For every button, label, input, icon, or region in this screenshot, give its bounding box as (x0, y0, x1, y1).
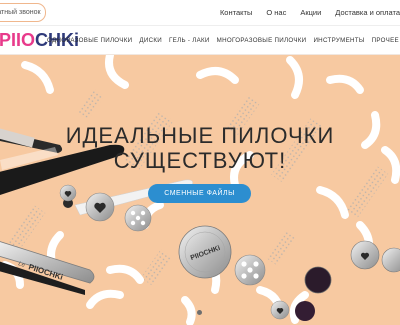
menu-item-gel-polish[interactable]: ГЕЛЬ - ЛАКИ (169, 37, 210, 44)
heart-disc-3 (270, 300, 290, 320)
hero-title-line1: ИДЕАЛЬНЫЕ ПИЛОЧКИ (65, 123, 335, 148)
link-about[interactable]: О нас (266, 8, 286, 17)
hero-title-line2: СУЩЕСТВУЮТ! (113, 148, 287, 173)
category-menu: ОДНОРАЗОВЫЕ ПИЛОЧКИ ДИСКИ ГЕЛЬ - ЛАКИ МН… (47, 26, 399, 54)
brand-disc-small (350, 240, 400, 273)
heart-disc-2 (59, 184, 77, 202)
heart-disc-1 (85, 192, 115, 222)
carousel-dot[interactable] (197, 310, 202, 315)
top-bar: ратный звонок Контакты О нас Акции Доста… (0, 0, 400, 26)
logo-part1: PIIO (0, 30, 36, 50)
hero-banner: Le PIIOCHKi PIIOCHKi ИДЕАЛЬНЫЕ ПИЛОЧКИ С… (0, 55, 400, 325)
perforated-disc-2 (234, 254, 266, 286)
menu-item-disposable-files[interactable]: ОДНОРАЗОВЫЕ ПИЛОЧКИ (47, 37, 132, 44)
menu-item-tools[interactable]: ИНСТРУМЕНТЫ (313, 37, 364, 44)
link-promotions[interactable]: Акции (300, 8, 321, 17)
callback-button[interactable]: ратный звонок (0, 3, 46, 22)
metal-nail-file: Le PIIOCHKi (0, 241, 95, 295)
brand-disc-large: PIIOCHKi (178, 225, 232, 279)
menu-item-reusable-files[interactable]: МНОГОРАЗОВЫЕ ПИЛОЧКИ (217, 37, 307, 44)
replaceable-files-button[interactable]: СМЕННЫЕ ФАЙЛЫ (148, 184, 251, 203)
menu-item-discs[interactable]: ДИСКИ (139, 37, 162, 44)
menu-item-other[interactable]: ПРОЧЕЕ (372, 37, 399, 44)
link-contacts[interactable]: Контакты (220, 8, 252, 17)
main-nav: PIIOCHKi ОДНОРАЗОВЫЕ ПИЛОЧКИ ДИСКИ ГЕЛЬ … (0, 26, 400, 55)
dark-disc-1 (304, 266, 332, 294)
link-delivery[interactable]: Доставка и оплата (335, 8, 400, 17)
perforated-disc-1 (124, 204, 152, 232)
top-links: Контакты О нас Акции Доставка и оплата (220, 0, 400, 25)
dark-disc-2 (295, 301, 315, 321)
